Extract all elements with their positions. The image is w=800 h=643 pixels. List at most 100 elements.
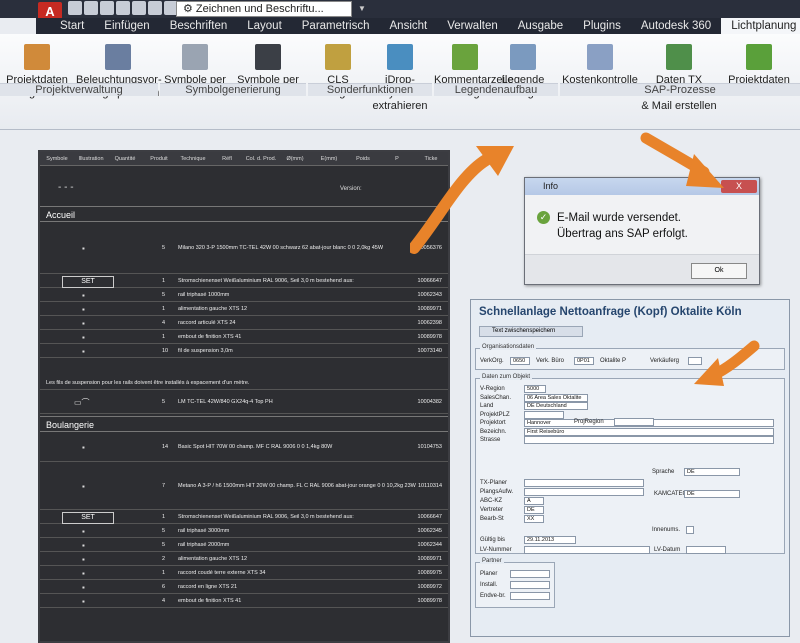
partner-field[interactable]: [510, 570, 550, 578]
object-group: Daten zum Objekt V-Region 5000 SalesChan. 0…: [475, 374, 785, 554]
ribbon-button-icon: [746, 44, 772, 70]
projregion-field[interactable]: [614, 418, 654, 426]
sprache-field[interactable]: DE: [684, 468, 740, 476]
verkorg-field[interactable]: 0650: [510, 357, 530, 365]
ribbon-button-icon: [510, 44, 536, 70]
workspace-dropdown[interactable]: ⚙ Zeichnen und Beschriftu...: [176, 1, 352, 17]
column-header: Technique: [180, 156, 206, 162]
qty: 1: [162, 278, 166, 284]
qty: 1: [162, 334, 166, 340]
partner-label: Planer: [480, 571, 498, 577]
tab-plugins[interactable]: Plugins: [573, 18, 631, 34]
tab-autodesk-360[interactable]: Autodesk 360: [631, 18, 721, 34]
table-row: 1 Stromschienenset Weißaluminium RAL 9006…: [40, 510, 448, 524]
product: Metano A 3-P / h6 1500mm HIT 20W 00 cham…: [178, 483, 416, 489]
chevron-down-icon[interactable]: ▼: [358, 4, 366, 13]
save-text-button[interactable]: Text zwischenspeichern: [479, 326, 583, 337]
info-message: E-Mail wurde versendet. Übertrag ans SAP…: [557, 210, 688, 242]
kamcateg-field[interactable]: DE: [684, 490, 740, 498]
innenums-checkbox[interactable]: [686, 526, 694, 534]
tab-lichtplanung[interactable]: Lichtplanung: [721, 18, 800, 34]
ribbon-button-icon: [255, 44, 281, 70]
gueltig-field[interactable]: 29.11.2013: [524, 536, 576, 544]
symbol-icon: ▪: [82, 482, 85, 491]
field-input[interactable]: [524, 488, 644, 496]
ribbon-button[interactable]: iDrop-Symbolextrahieren: [368, 44, 432, 113]
label: Sprache: [652, 469, 675, 475]
group-symbolgenerierung: Symbolgenerierung: [160, 83, 306, 96]
field-input[interactable]: [524, 436, 774, 444]
field-label: Land: [480, 403, 494, 409]
note-text: Les fils de suspension pour les rails do…: [46, 380, 250, 386]
field-input[interactable]: A: [524, 497, 544, 505]
symbol-icon: ▪: [82, 443, 85, 452]
partner-group: Partner Planer Install. Endve-br.: [475, 558, 555, 608]
qty: 5: [162, 292, 166, 298]
ribbon-button[interactable]: Daten TX InRoom& Mail erstellen: [640, 44, 718, 113]
field-input[interactable]: 06 Area Sales Oktalite: [524, 393, 588, 402]
column-header: Quantité: [114, 156, 136, 162]
partner-field[interactable]: [510, 581, 550, 589]
table-row: 4 embout de finition XTS 41 10089978 ▪: [40, 594, 448, 608]
lamp-symbol-icon: ▭⌒: [74, 398, 90, 407]
ribbon-button[interactable]: Kostenkontrolle: [560, 44, 640, 87]
qty: 6: [162, 584, 166, 590]
ok-button[interactable]: Ok: [691, 263, 747, 279]
buero-field[interactable]: 0P01: [574, 357, 594, 365]
lv-nummer-field[interactable]: [524, 546, 650, 554]
qty: 4: [162, 320, 166, 326]
product: Basic Spot HIT 70W 00 champ. MF C RAL 90…: [178, 444, 333, 450]
label: Innenums.: [652, 527, 681, 533]
tab-ausgabe[interactable]: Ausgabe: [508, 18, 573, 34]
qty: 5: [162, 399, 166, 405]
field-label: Projektort: [480, 420, 506, 426]
table-row: 5 Milano 320 3-P 1500mm TC-TEL 42W 00 sch…: [40, 222, 448, 274]
ribbon-button-label: & Mail erstellen: [641, 100, 717, 112]
save-as-icon[interactable]: [116, 1, 130, 15]
field-input[interactable]: 5000: [524, 385, 546, 393]
symbol-icon: ▪: [82, 597, 85, 606]
table-row: 1 embout de finition XTS 41 10089978 ▪: [40, 330, 448, 344]
tab-parametrisch[interactable]: Parametrisch: [292, 18, 380, 34]
tab-start[interactable]: Start: [36, 18, 94, 34]
symbol-icon: ▪: [82, 333, 85, 342]
undo-icon[interactable]: [148, 1, 162, 15]
section-accueil: Accueil: [40, 206, 448, 222]
tab-verwalten[interactable]: Verwalten: [437, 18, 508, 34]
org-title: Organisationsdaten: [480, 344, 537, 350]
new-icon[interactable]: [68, 1, 82, 15]
ribbon-button-icon: [105, 44, 131, 70]
tab-beschriften[interactable]: Beschriften: [160, 18, 238, 34]
code: 10062345: [417, 528, 442, 534]
object-title: Daten zum Objekt: [480, 374, 533, 380]
field-input[interactable]: DE Deutschland: [524, 402, 588, 410]
table-row: 1 raccord coudé terre externe XTS 34 10089…: [40, 566, 448, 580]
label: Verk. Büro: [536, 358, 565, 364]
code: 10062398: [417, 320, 442, 326]
field-input[interactable]: XX: [524, 515, 544, 523]
table-row: 2 alimentation gauche XTS 12 10089971 ▪: [40, 552, 448, 566]
tab-layout[interactable]: Layout: [237, 18, 292, 34]
label: LV-Nummer: [480, 547, 512, 553]
qty: 5: [162, 542, 166, 548]
print-icon[interactable]: [132, 1, 146, 15]
symbol-icon: ▪: [82, 319, 85, 328]
lv-datum-field[interactable]: [686, 546, 726, 554]
field-input[interactable]: DE: [524, 506, 544, 514]
product: raccord coudé terre externe XTS 34: [178, 570, 266, 576]
symbol-icon: ▪: [82, 569, 85, 578]
qty: 1: [162, 570, 166, 576]
field-input[interactable]: [524, 410, 564, 419]
ribbon-button-icon: [182, 44, 208, 70]
save-icon[interactable]: [100, 1, 114, 15]
symbol-icon: ▪: [82, 541, 85, 550]
field-input[interactable]: First Reisebüro: [524, 427, 774, 436]
tab-einfuegen[interactable]: Einfügen: [94, 18, 159, 34]
open-icon[interactable]: [84, 1, 98, 15]
info-line-2: Übertrag ans SAP erfolgt.: [557, 228, 688, 240]
field-input[interactable]: [524, 479, 644, 487]
tab-ansicht[interactable]: Ansicht: [380, 18, 438, 34]
column-header: Produit: [150, 156, 168, 162]
partner-field[interactable]: [510, 592, 550, 600]
table-row: 7 Metano A 3-P / h6 1500mm HIT 20W 00 cha…: [40, 462, 448, 510]
